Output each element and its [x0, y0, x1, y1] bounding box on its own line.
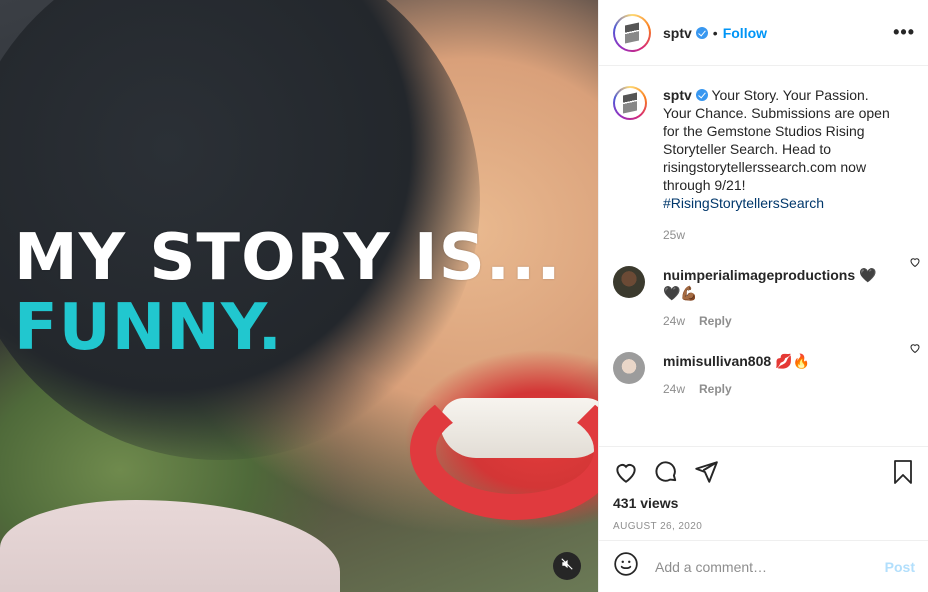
comment-text: 💋🔥 — [775, 353, 810, 369]
post-header: sptv • Follow ••• — [599, 0, 928, 66]
more-options-icon[interactable]: ••• — [893, 22, 915, 43]
like-heart-icon[interactable] — [613, 459, 639, 485]
commenter-avatar[interactable] — [613, 266, 645, 298]
comments-list[interactable]: sptv Your Story. Your Passion. Your Chan… — [599, 66, 928, 446]
avatar[interactable] — [613, 13, 651, 52]
list-item: nuimperialimageproductions 🖤🖤💪🏾 24w Reply — [599, 244, 928, 330]
shirt-shape — [0, 500, 340, 592]
like-comment-heart-icon[interactable] — [909, 256, 921, 271]
caption-avatar-inner — [615, 88, 645, 118]
comment-body: nuimperialimageproductions 🖤🖤💪🏾 24w Reply — [663, 266, 893, 330]
comment-meta: 24w Reply — [663, 380, 893, 398]
reply-button[interactable]: Reply — [699, 314, 732, 328]
post-actions: 431 views AUGUST 26, 2020 — [599, 446, 928, 532]
caption-avatar[interactable] — [613, 86, 647, 120]
video-overlay-text: MY STORY IS... FUNNY. — [14, 226, 562, 360]
view-count[interactable]: 431 views — [613, 495, 915, 511]
caption-body: sptv Your Story. Your Passion. Your Chan… — [663, 86, 893, 244]
reply-button[interactable]: Reply — [699, 382, 732, 396]
comment-composer: Add a comment… Post — [599, 540, 928, 592]
like-comment-heart-icon[interactable] — [909, 342, 921, 357]
post-button[interactable]: Post — [885, 559, 915, 575]
emoji-smiley-icon[interactable] — [613, 551, 639, 582]
comment-username[interactable]: mimisullivan808 — [663, 353, 771, 369]
comment-time[interactable]: 24w — [663, 382, 685, 396]
post-sidebar: sptv • Follow ••• sptv Your Story. Your … — [598, 0, 928, 592]
save-bookmark-icon[interactable] — [891, 459, 915, 485]
caption-time[interactable]: 25w — [663, 228, 685, 242]
verified-badge-icon — [695, 26, 708, 39]
comment-time[interactable]: 24w — [663, 314, 685, 328]
caption-username[interactable]: sptv — [663, 87, 692, 103]
comment-meta: 24w Reply — [663, 312, 893, 330]
mute-button[interactable] — [553, 552, 581, 580]
separator-dot: • — [712, 24, 718, 41]
speaker-muted-icon — [560, 557, 574, 576]
commenter-avatar[interactable] — [613, 352, 645, 384]
overlay-line-2: FUNNY. — [14, 291, 283, 365]
share-paper-plane-icon[interactable] — [693, 459, 719, 485]
comment-bubble-icon[interactable] — [653, 459, 679, 485]
caption-hashtag[interactable]: #RisingStorytellersSearch — [663, 195, 824, 211]
list-item: mimisullivan808 💋🔥 24w Reply — [599, 330, 928, 398]
follow-button[interactable]: Follow — [723, 25, 767, 41]
overlay-line-1: MY STORY IS... — [14, 221, 562, 295]
comment-input[interactable]: Add a comment… — [655, 559, 885, 575]
instagram-post: MY STORY IS... FUNNY. sptv • Follow ••• … — [0, 0, 928, 592]
caption: sptv Your Story. Your Passion. Your Chan… — [599, 66, 928, 244]
comment-username[interactable]: nuimperialimageproductions — [663, 267, 855, 283]
comment-body: mimisullivan808 💋🔥 24w Reply — [663, 352, 893, 398]
caption-meta: 25w — [663, 226, 893, 244]
post-date[interactable]: AUGUST 26, 2020 — [613, 521, 915, 532]
sptv-logo-icon — [625, 22, 639, 43]
verified-badge-icon — [695, 89, 708, 101]
caption-text: Your Story. Your Passion. Your Chance. S… — [663, 87, 890, 193]
sptv-logo-icon — [623, 92, 637, 114]
post-video[interactable]: MY STORY IS... FUNNY. — [0, 0, 598, 592]
avatar-inner — [615, 15, 649, 50]
action-icons — [613, 457, 915, 487]
lip-shape — [410, 380, 598, 520]
header-username[interactable]: sptv — [663, 25, 692, 41]
